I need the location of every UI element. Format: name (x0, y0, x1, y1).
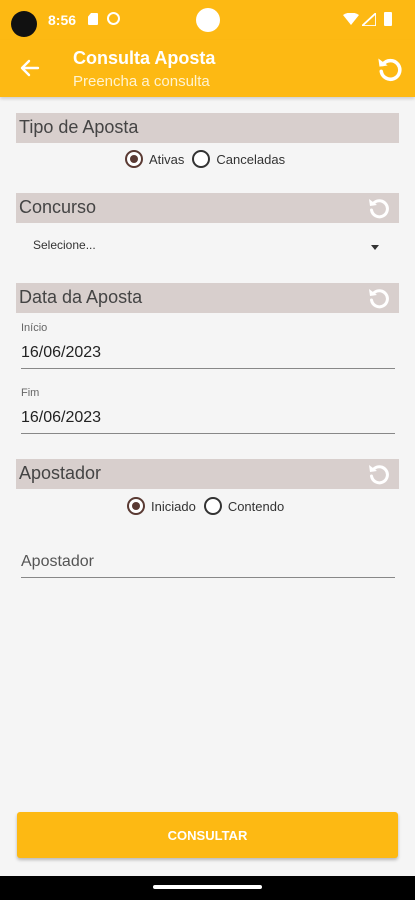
section-data-aposta: Data da Aposta (16, 283, 399, 313)
status-bar: 8:56 (0, 0, 415, 40)
signal-icon (362, 13, 376, 26)
radio-contendo-label: Contendo (227, 498, 285, 514)
concurso-select[interactable]: Selecione... (33, 238, 383, 260)
back-arrow-icon[interactable] (18, 56, 42, 80)
app-bar: Consulta Aposta Preencha a consulta (0, 40, 415, 97)
section-apostador-title: Apostador (19, 463, 102, 483)
home-handle[interactable] (153, 885, 262, 889)
front-camera (196, 8, 220, 32)
section-tipo-aposta: Tipo de Aposta (16, 113, 399, 143)
apostador-radio-group: Iniciado Contendo (127, 497, 292, 515)
consultar-button[interactable]: CONSULTAR (17, 812, 398, 858)
notification-icon (107, 12, 120, 25)
sd-card-icon (88, 13, 98, 25)
inicio-label: Início (21, 322, 48, 334)
radio-iniciado[interactable]: Iniciado (127, 497, 196, 515)
tipo-radio-group: Ativas Canceladas (125, 150, 293, 168)
battery-icon (384, 12, 392, 26)
inicio-date-field[interactable]: 16/06/2023 (21, 339, 395, 369)
section-data-aposta-title: Data da Aposta (19, 287, 143, 307)
fim-label: Fim (21, 387, 40, 399)
page-subtitle: Preencha a consulta (73, 73, 210, 90)
status-time: 8:56 (48, 12, 77, 28)
radio-iniciado-circle[interactable] (127, 497, 145, 515)
radio-canceladas-label: Canceladas (216, 151, 286, 167)
section-tipo-aposta-title: Tipo de Aposta (19, 117, 139, 137)
radio-contendo[interactable]: Contendo (203, 497, 285, 515)
caret-down-icon (371, 245, 379, 250)
radio-ativas[interactable]: Ativas (125, 150, 184, 168)
page-title: Consulta Aposta (73, 48, 216, 68)
radio-ativas-circle[interactable] (125, 150, 143, 168)
system-nav-bar (0, 876, 415, 900)
radio-iniciado-label: Iniciado (151, 498, 196, 514)
reset-icon[interactable] (367, 462, 391, 486)
radio-canceladas-circle[interactable] (192, 150, 211, 168)
concurso-select-value: Selecione... (33, 238, 96, 252)
section-concurso: Concurso (16, 193, 399, 223)
camera-cutout (11, 11, 37, 37)
radio-contendo-circle[interactable] (203, 497, 222, 515)
section-concurso-title: Concurso (19, 197, 97, 217)
reset-icon[interactable] (367, 286, 391, 310)
radio-ativas-label: Ativas (149, 151, 185, 167)
wifi-icon (343, 13, 359, 25)
apostador-input[interactable]: Apostador (21, 548, 395, 578)
fim-date-field[interactable]: 16/06/2023 (21, 404, 395, 434)
refresh-icon[interactable] (376, 55, 404, 83)
reset-icon[interactable] (367, 196, 391, 220)
radio-canceladas[interactable]: Canceladas (192, 150, 285, 168)
section-apostador: Apostador (16, 459, 399, 489)
